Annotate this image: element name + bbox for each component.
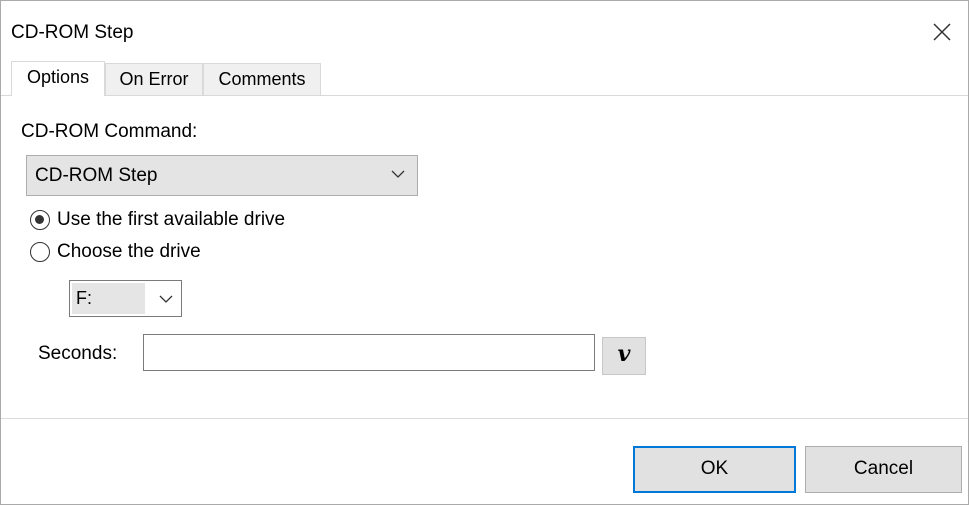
radio-button[interactable] [30,210,50,230]
dialog-title: CD-ROM Step [11,22,134,43]
footer-divider [1,418,968,419]
close-button[interactable] [927,17,957,47]
insert-variable-button[interactable]: v [602,337,646,375]
seconds-input[interactable] [143,334,595,371]
tab-options[interactable]: Options [11,61,105,96]
close-icon [933,23,951,41]
chevron-down-icon [159,295,173,303]
title-bar: CD-ROM Step [1,1,968,61]
seconds-label: Seconds: [38,343,118,364]
radio-first-drive-label: Use the first available drive [57,209,286,230]
radio-selected-dot [35,215,44,224]
tab-comments[interactable]: Comments [203,63,321,95]
radio-button[interactable] [30,242,50,262]
chevron-down-icon [391,170,405,178]
tab-strip: Options On Error Comments [1,61,968,96]
cd-rom-command-dropdown[interactable]: CD-ROM Step [26,155,418,196]
cd-rom-command-label: CD-ROM Command: [21,121,198,142]
radio-first-available-drive[interactable]: Use the first available drive [30,209,360,233]
drive-letter-dropdown[interactable]: F: [69,280,182,317]
radio-choose-drive[interactable]: Choose the drive [30,241,260,265]
cancel-button[interactable]: Cancel [805,446,962,493]
ok-button[interactable]: OK [633,446,796,493]
radio-choose-drive-label: Choose the drive [57,241,201,262]
tab-on-error[interactable]: On Error [105,63,203,95]
cd-rom-command-value: CD-ROM Step [35,165,158,186]
tab-divider [1,95,968,96]
drive-letter-value: F: [76,288,92,308]
dialog-window: CD-ROM Step Options On Error Comments CD… [0,0,969,505]
